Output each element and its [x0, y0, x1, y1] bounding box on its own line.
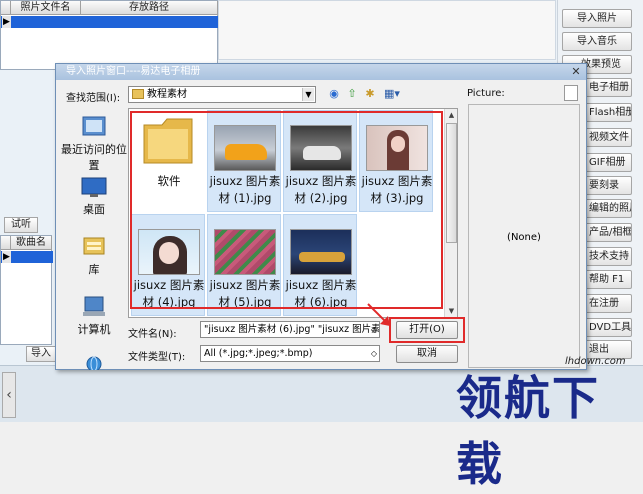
chevron-down-icon[interactable]: ◇: [369, 347, 379, 360]
photo-grid[interactable]: 照片文件名 存放路径 ▶: [0, 0, 219, 70]
back-icon[interactable]: ◉: [326, 86, 342, 102]
lookin-value: 教程素材: [147, 89, 187, 100]
places-bar: 最近访问的位置 桌面 库 计算机: [60, 108, 128, 370]
music-grid[interactable]: 歌曲名 ▶: [0, 235, 53, 345]
new-folder-icon[interactable]: ✱: [362, 86, 378, 102]
scroll-up-icon[interactable]: ▲: [445, 109, 458, 121]
selection-highlight: [130, 111, 443, 309]
lookin-combo[interactable]: 教程素材 ▼: [128, 86, 316, 103]
listen-button[interactable]: 试听: [4, 217, 38, 233]
import-photo-dialog: 导入照片窗口----易达电子相册 ✕ 查找范围(I): 教程素材 ▼ ◉ ⇧ ✱…: [55, 63, 587, 370]
place-desktop[interactable]: 桌面: [60, 176, 128, 217]
row-pointer-icon: ▶: [2, 251, 11, 263]
col-header-path[interactable]: 存放路径: [81, 1, 218, 15]
close-icon[interactable]: ✕: [568, 65, 584, 78]
lookin-label: 查找范围(I):: [66, 93, 121, 104]
dialog-title: 导入照片窗口----易达电子相册: [56, 64, 586, 80]
filename-input[interactable]: "jisuxz 图片素材 (6).jpg" "jisuxz 图片素: [200, 321, 380, 338]
up-folder-icon[interactable]: ⇧: [344, 86, 360, 102]
preview-label: Picture:: [467, 88, 505, 99]
preview-value: (None): [507, 232, 541, 243]
preview-pane: (None): [468, 104, 580, 368]
col-header-photo-name[interactable]: 照片文件名: [11, 1, 81, 15]
open-button-highlight: [389, 317, 465, 343]
grid-corner: [1, 1, 11, 15]
watermark-url: lhdown.com: [565, 356, 626, 367]
place-recent[interactable]: 最近访问的位置: [60, 114, 128, 173]
place-network[interactable]: 网络: [60, 354, 128, 373]
scroll-thumb[interactable]: [446, 123, 457, 243]
filename-label: 文件名(N):: [128, 329, 177, 340]
filetype-combo[interactable]: All (*.jpg;*.jpeg;*.bmp): [200, 345, 380, 362]
scroll-down-icon[interactable]: ▼: [445, 305, 458, 317]
chevron-down-icon[interactable]: ◇: [369, 323, 379, 336]
cancel-button[interactable]: 取消: [396, 345, 458, 363]
preview-panel: [218, 0, 556, 60]
selected-row[interactable]: [1, 16, 219, 28]
import-photos-button[interactable]: 导入照片: [562, 9, 632, 28]
chevron-down-icon[interactable]: ▼: [302, 88, 314, 101]
library-icon: [83, 237, 105, 255]
import-button[interactable]: 导入: [26, 346, 56, 362]
filetype-label: 文件类型(T):: [128, 352, 186, 363]
place-library[interactable]: 库: [60, 234, 128, 277]
place-computer[interactable]: 计算机: [60, 294, 128, 337]
import-music-button[interactable]: 导入音乐: [562, 32, 632, 51]
view-menu-icon[interactable]: ▦▾: [380, 86, 404, 102]
watermark-logo: 领航下载: [456, 371, 600, 491]
computer-icon: [83, 296, 105, 316]
recent-places-icon: [82, 116, 106, 136]
network-icon: [86, 356, 102, 370]
document-icon[interactable]: [564, 85, 578, 101]
scroll-left-icon[interactable]: ‹: [2, 372, 16, 418]
grid-corner: [1, 236, 11, 250]
file-list-scrollbar[interactable]: ▲ ▼: [444, 109, 457, 317]
row-pointer-icon: ▶: [2, 16, 11, 28]
folder-icon: [132, 89, 144, 99]
col-header-song-name[interactable]: 歌曲名: [11, 236, 52, 250]
desktop-icon: [81, 177, 107, 197]
